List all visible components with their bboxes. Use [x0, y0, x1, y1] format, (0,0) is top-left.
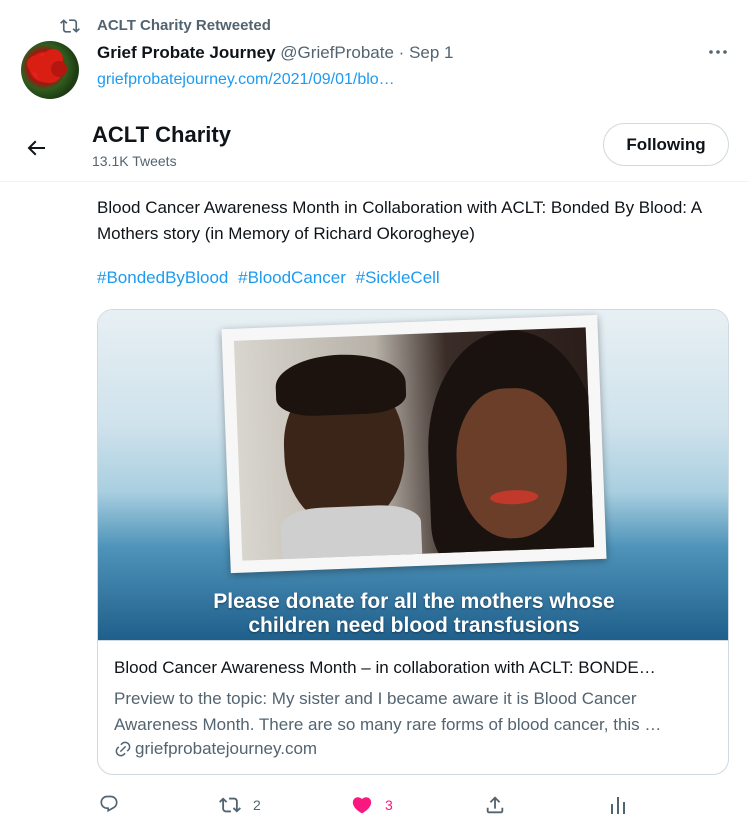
- back-arrow-icon[interactable]: [24, 136, 48, 160]
- avatar[interactable]: [21, 41, 79, 99]
- hashtag-link[interactable]: #SickleCell: [356, 268, 440, 287]
- analytics-icon: [608, 794, 628, 816]
- reply-button[interactable]: [99, 794, 131, 814]
- caption-line: children need blood transfusions: [248, 614, 580, 637]
- retweet-count: 2: [253, 797, 261, 813]
- card-image[interactable]: Please donate for all the mothers whose …: [98, 310, 728, 640]
- retweet-icon: [219, 794, 241, 816]
- card-domain-text: griefprobatejourney.com: [135, 739, 318, 758]
- share-button[interactable]: [484, 794, 506, 816]
- retweet-button[interactable]: 2: [219, 794, 261, 816]
- hashtag-link[interactable]: #BondedByBlood: [97, 268, 228, 287]
- profile-name: ACLT Charity: [92, 122, 231, 147]
- card-description: Preview to the topic: My sister and I be…: [114, 686, 714, 738]
- following-button[interactable]: Following: [603, 123, 729, 166]
- author-handle[interactable]: @GriefProbate: [280, 43, 394, 62]
- reply-icon: [99, 794, 119, 814]
- like-heart-icon: [351, 794, 373, 816]
- caption-line: Please donate for all the mothers whose: [213, 590, 615, 613]
- like-count: 3: [385, 797, 393, 813]
- photo-frame: [221, 314, 607, 574]
- tweet-date[interactable]: Sep 1: [409, 43, 453, 62]
- more-icon[interactable]: [706, 42, 730, 62]
- analytics-button[interactable]: [608, 794, 628, 816]
- card-title: Blood Cancer Awareness Month – in collab…: [114, 658, 656, 677]
- author-name[interactable]: Grief Probate Journey: [97, 43, 276, 62]
- hashtag-list: #BondedByBlood #BloodCancer #SickleCell: [97, 268, 445, 288]
- tweet-author-line: Grief Probate Journey @GriefProbate · Se…: [97, 43, 454, 63]
- link-icon: [114, 740, 132, 758]
- tweet-link[interactable]: griefprobatejourney.com/2021/09/01/blo…: [97, 71, 395, 89]
- hashtag-link[interactable]: #BloodCancer: [238, 268, 346, 287]
- card-description-line: Preview to the topic: My sister and I be…: [114, 689, 637, 708]
- separator-dot: ·: [398, 43, 405, 62]
- retweet-icon: [60, 16, 80, 36]
- link-card[interactable]: Please donate for all the mothers whose …: [97, 309, 729, 775]
- like-button[interactable]: 3: [351, 794, 393, 816]
- card-domain: griefprobatejourney.com: [114, 739, 317, 759]
- share-icon: [484, 794, 506, 816]
- tweet-text: Blood Cancer Awareness Month in Collabor…: [97, 198, 702, 243]
- tweet-count: 13.1K Tweets: [92, 153, 177, 169]
- retweeted-by-label[interactable]: ACLT Charity Retweeted: [97, 17, 271, 34]
- card-image-caption: Please donate for all the mothers whose …: [98, 590, 728, 638]
- photo: [233, 327, 595, 561]
- card-description-line: Awareness Month. There are so many rare …: [114, 715, 662, 734]
- card-info[interactable]: Blood Cancer Awareness Month – in collab…: [98, 640, 728, 774]
